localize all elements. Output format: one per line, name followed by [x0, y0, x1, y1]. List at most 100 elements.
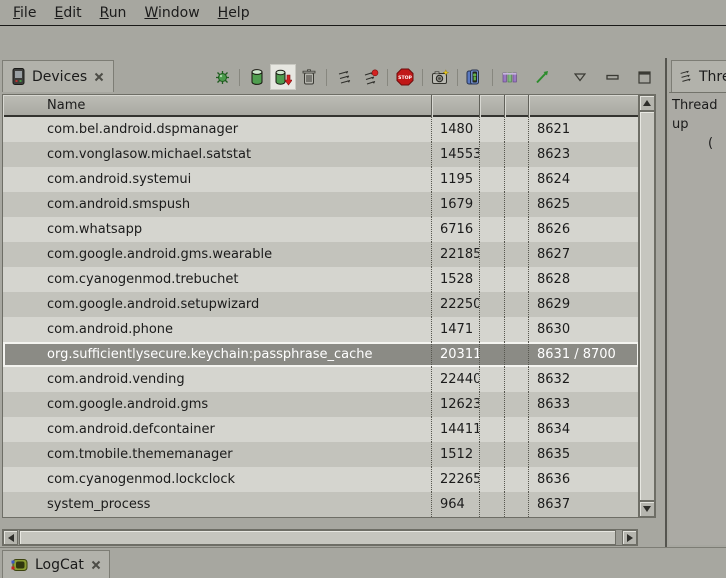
- horizontal-scrollbar-thumb[interactable]: [19, 530, 616, 545]
- vertical-scrollbar-thumb[interactable]: [639, 111, 655, 501]
- logcat-icon: [11, 558, 28, 572]
- menu-help[interactable]: Help: [209, 3, 259, 23]
- client-col3: [480, 392, 505, 417]
- tab-threads[interactable]: Threads: [671, 60, 726, 92]
- client-row[interactable]: com.tmobile.thememanager 1512 8635: [3, 442, 639, 467]
- devices-tab-bar: Devices: [0, 58, 663, 94]
- client-row[interactable]: com.bel.android.dspmanager 1480 8621: [3, 117, 639, 142]
- client-row[interactable]: com.android.defcontainer 14411 8634: [3, 417, 639, 442]
- client-pid: 20311: [432, 342, 480, 367]
- view-hierarchy-button[interactable]: [462, 64, 488, 90]
- client-pid: 1195: [432, 167, 480, 192]
- client-col3: [480, 167, 505, 192]
- devices-panel: Devices: [0, 58, 663, 547]
- client-col3: [480, 117, 505, 142]
- device-client-table: Name com.bel.android.dspmanager 1480 862…: [2, 94, 656, 518]
- debug-process-button[interactable]: [209, 64, 235, 90]
- client-pid: 1471: [432, 317, 480, 342]
- toolbar-separator: [326, 69, 327, 86]
- update-heap-button[interactable]: [244, 64, 270, 90]
- minimize-button[interactable]: [599, 64, 625, 90]
- method-profiling-icon: [362, 69, 379, 86]
- toolbar-separator: [492, 69, 493, 86]
- threads-panel: Threads Thread up (: [665, 58, 726, 547]
- tab-devices[interactable]: Devices: [2, 60, 114, 92]
- systrace-button[interactable]: [497, 64, 523, 90]
- client-row[interactable]: com.whatsapp 6716 8626: [3, 217, 639, 242]
- client-col4: [505, 417, 529, 442]
- client-col4: [505, 467, 529, 492]
- client-col4: [505, 242, 529, 267]
- client-name: com.google.android.gms.wearable: [3, 242, 432, 267]
- scroll-left-button[interactable]: [3, 530, 18, 545]
- gc-trash-button[interactable]: [296, 64, 322, 90]
- client-name: com.cyanogenmod.trebuchet: [3, 267, 432, 292]
- client-name: com.whatsapp: [3, 217, 432, 242]
- client-col4: [505, 392, 529, 417]
- tab-logcat[interactable]: LogCat: [2, 550, 110, 578]
- client-pid: 22265: [432, 467, 480, 492]
- client-pid: 6716: [432, 217, 480, 242]
- update-threads-icon: [336, 69, 353, 86]
- client-name: com.tmobile.thememanager: [3, 442, 432, 467]
- client-row[interactable]: com.android.systemui 1195 8624: [3, 167, 639, 192]
- client-port: 8636: [529, 467, 639, 492]
- menu-run[interactable]: Run: [91, 3, 136, 23]
- stop-process-button[interactable]: STOP: [392, 64, 418, 90]
- client-col4: [505, 442, 529, 467]
- arrow-down-icon: [643, 506, 651, 512]
- svg-text:STOP: STOP: [398, 75, 412, 81]
- client-col4: [505, 117, 529, 142]
- method-profiling-button[interactable]: [357, 64, 383, 90]
- scroll-up-button[interactable]: [639, 95, 655, 111]
- client-pid: 14411: [432, 417, 480, 442]
- close-icon[interactable]: [91, 560, 101, 570]
- debug-process-icon: [214, 69, 231, 86]
- update-threads-button[interactable]: [331, 64, 357, 90]
- menu-file[interactable]: File: [4, 3, 45, 23]
- close-icon[interactable]: [94, 72, 104, 82]
- client-name: com.cyanogenmod.lockclock: [3, 467, 432, 492]
- client-row[interactable]: org.sufficientlysecure.keychain:passphra…: [3, 342, 639, 367]
- client-row[interactable]: com.android.smspush 1679 8625: [3, 192, 639, 217]
- opengl-trace-button[interactable]: [529, 64, 555, 90]
- client-port: 8632: [529, 367, 639, 392]
- menu-window[interactable]: Window: [135, 3, 208, 23]
- client-port: 8626: [529, 217, 639, 242]
- maximize-icon: [638, 71, 651, 84]
- maximize-button[interactable]: [631, 64, 657, 90]
- view-menu-button[interactable]: [567, 64, 593, 90]
- client-row[interactable]: com.google.android.gms.wearable 22185 86…: [3, 242, 639, 267]
- column-header-pid[interactable]: [432, 95, 480, 117]
- client-port: 8633: [529, 392, 639, 417]
- threads-message-line2: (: [708, 134, 726, 153]
- column-header-name[interactable]: Name: [3, 95, 432, 117]
- column-header-port[interactable]: [529, 95, 639, 117]
- scroll-down-button[interactable]: [639, 501, 655, 517]
- client-row[interactable]: com.android.phone 1471 8630: [3, 317, 639, 342]
- horizontal-scrollbar[interactable]: [2, 529, 638, 546]
- client-name: com.bel.android.dspmanager: [3, 117, 432, 142]
- menubar: File Edit Run Window Help: [0, 0, 726, 26]
- client-name: com.android.defcontainer: [3, 417, 432, 442]
- arrow-right-icon: [627, 534, 633, 542]
- column-header-3[interactable]: [480, 95, 505, 117]
- client-row[interactable]: com.vonglasow.michael.satstat 14553 8623: [3, 142, 639, 167]
- client-row[interactable]: com.google.android.setupwizard 22250 862…: [3, 292, 639, 317]
- screen-capture-button[interactable]: [427, 64, 453, 90]
- client-col4: [505, 192, 529, 217]
- client-row[interactable]: system_process 964 8637: [3, 492, 639, 517]
- column-header-4[interactable]: [505, 95, 529, 117]
- client-row[interactable]: com.cyanogenmod.trebuchet 1528 8628: [3, 267, 639, 292]
- client-row[interactable]: com.cyanogenmod.lockclock 22265 8636: [3, 467, 639, 492]
- scroll-right-button[interactable]: [622, 530, 637, 545]
- dump-hprof-button[interactable]: [270, 64, 296, 90]
- client-row[interactable]: com.google.android.gms 12623 8633: [3, 392, 639, 417]
- vertical-scrollbar[interactable]: [638, 95, 655, 517]
- client-pid: 964: [432, 492, 480, 517]
- opengl-trace-icon: [534, 69, 550, 85]
- menu-edit[interactable]: Edit: [45, 3, 90, 23]
- client-name: com.google.android.gms: [3, 392, 432, 417]
- tab-logcat-label: LogCat: [35, 557, 84, 573]
- client-row[interactable]: com.android.vending 22440 8632: [3, 367, 639, 392]
